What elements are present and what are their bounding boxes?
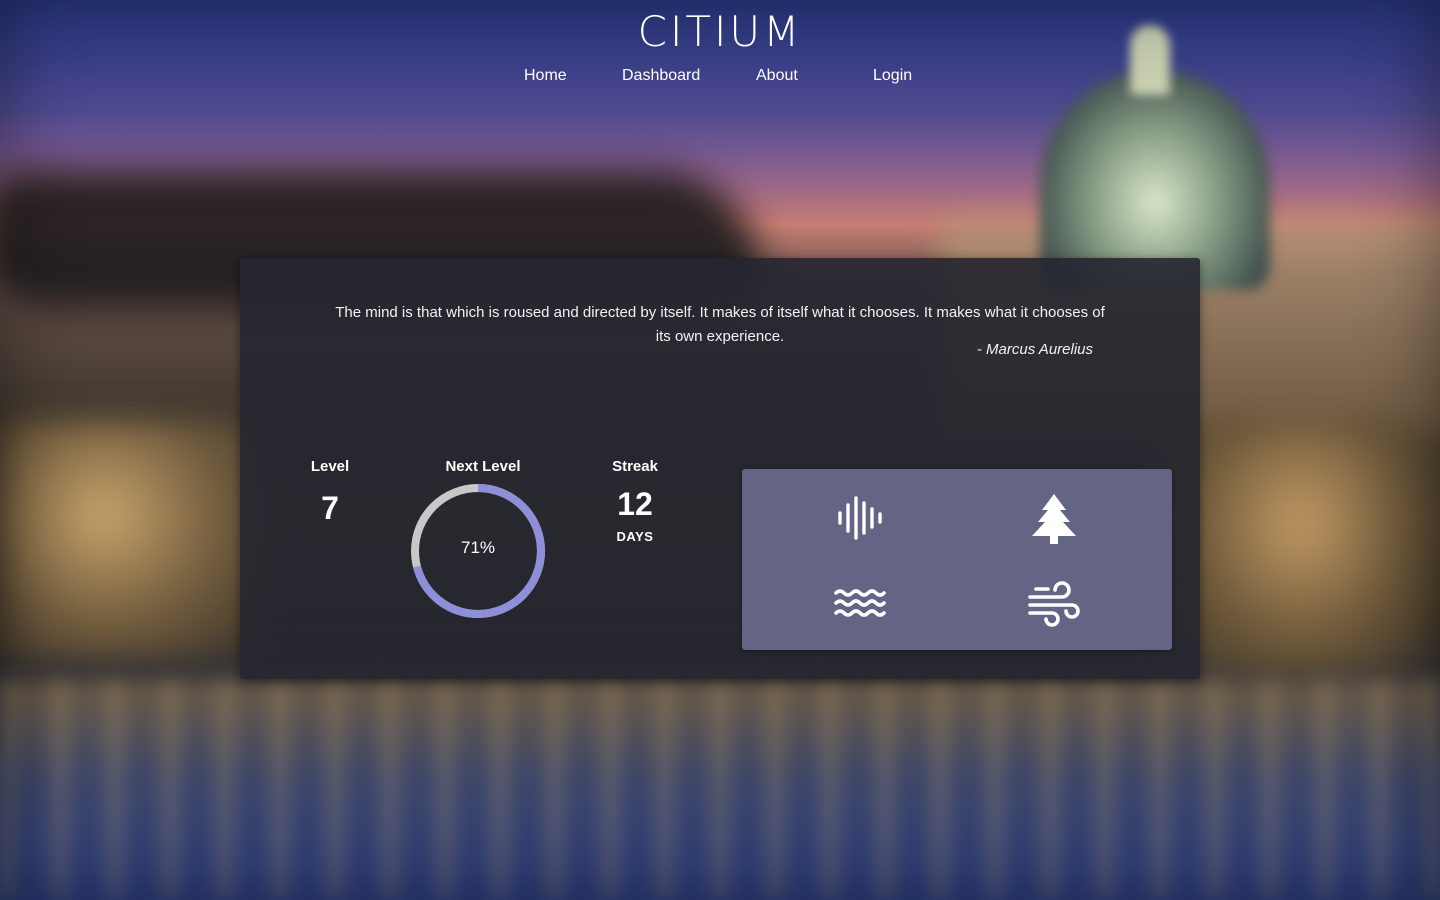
nav-login-link[interactable]: Login xyxy=(873,66,912,86)
ambient-sound-picker xyxy=(742,469,1172,650)
streak-unit: DAYS xyxy=(616,529,654,544)
waves-icon xyxy=(834,589,886,617)
streak-label: Streak xyxy=(612,458,658,475)
next-level-percent: 71% xyxy=(460,538,496,557)
soundwave-button[interactable] xyxy=(828,486,892,550)
nav-dashboard-link[interactable]: Dashboard xyxy=(622,66,700,86)
soundwave-icon xyxy=(838,496,882,540)
site-logo[interactable]: CITIUM xyxy=(0,8,1440,56)
quote-author: - Marcus Aurelius xyxy=(976,341,1093,358)
ocean-button[interactable] xyxy=(828,571,892,635)
next-level-label: Next Level xyxy=(445,458,521,475)
forest-button[interactable] xyxy=(1022,486,1086,550)
nav-about-link[interactable]: About xyxy=(756,66,798,86)
wind-icon xyxy=(1028,581,1080,627)
level-label: Level xyxy=(310,458,350,475)
dashboard-panel: The mind is that which is roused and dir… xyxy=(240,258,1200,679)
nav-home-link[interactable]: Home xyxy=(524,66,567,86)
level-value: 7 xyxy=(321,490,339,526)
streak-value: 12 xyxy=(617,486,653,522)
wind-button[interactable] xyxy=(1022,571,1086,635)
tree-icon xyxy=(1032,494,1076,544)
